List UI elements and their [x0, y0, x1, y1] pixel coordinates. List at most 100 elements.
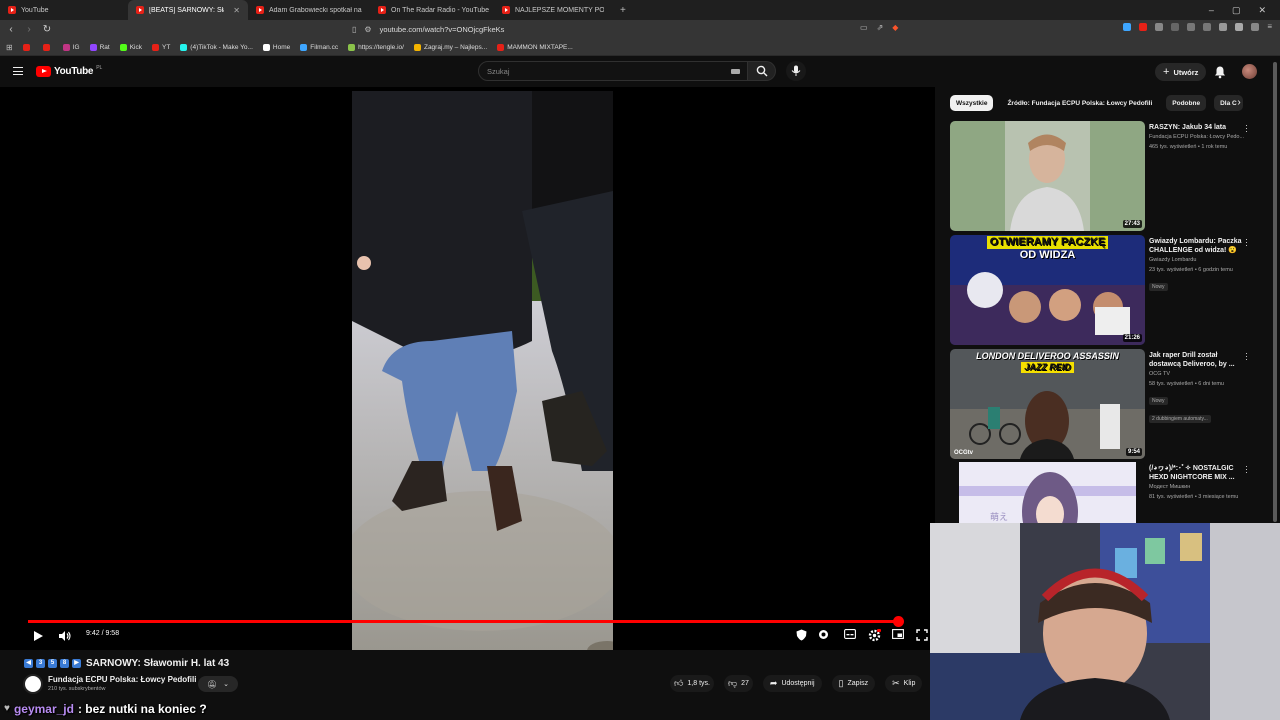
window-close-icon[interactable]: ✕ [1258, 5, 1266, 16]
bookmark-item[interactable]: Kick [119, 43, 142, 51]
recommendation-item[interactable]: LONDON DELIVEROO ASSASSIN JAZZ REID OCGt… [950, 349, 1270, 459]
bookmark-item[interactable]: Rat [89, 43, 110, 51]
settings-gear-icon[interactable] [868, 629, 881, 642]
recommendation-item[interactable]: 萌え (/◕ヮ◕)/*:･ﾟ✧ NOSTALGIC HEXD NIGHTCORE… [950, 462, 1270, 524]
recommendation-channel[interactable]: OCG TV [1149, 369, 1244, 379]
extension-icon[interactable] [1123, 22, 1132, 31]
clip-button[interactable]: ✂ Klip [885, 675, 923, 692]
thumbnail-channel-logo: OCGtv [954, 450, 974, 456]
chip-source-channel[interactable]: Źródło: Fundacja ECPU Polska: Łowcy Pedo… [1001, 95, 1158, 111]
apps-grid-icon[interactable]: ⊞ [6, 43, 13, 52]
maximize-icon[interactable]: ▢ [1232, 5, 1241, 16]
browser-tab-current-video[interactable]: [BEATS] SARNOWY: Sławo... ✕ [128, 0, 248, 20]
recommendation-title[interactable]: (/◕ヮ◕)/*:･ﾟ✧ NOSTALGIC HEXD NIGHTCORE MI… [1149, 464, 1244, 482]
youtube-logo[interactable]: YouTube PL [36, 65, 102, 77]
back-arrow-icon[interactable]: ‹ [4, 24, 18, 35]
replay-emoji-icon: ◀ [24, 658, 33, 668]
bookmark-item[interactable]: Filman.cc [300, 43, 338, 51]
subscription-notification-button[interactable]: 🔕︎ ⌄ [198, 676, 238, 692]
minimize-icon[interactable]: – [1209, 5, 1214, 15]
site-info-icon[interactable]: ⚙ [364, 25, 371, 34]
channel-avatar[interactable] [23, 674, 43, 694]
notifications-bell-icon[interactable] [1213, 65, 1227, 79]
autoplay-toggle-icon[interactable] [818, 629, 829, 640]
recommendation-title[interactable]: Gwiazdy Lombardu: Paczka CHALLENGE od wi… [1149, 237, 1244, 255]
extension-icon[interactable] [1203, 22, 1212, 31]
sponsor-shield-icon[interactable] [796, 629, 807, 641]
bookmark-item[interactable]: IG [62, 43, 80, 51]
extension-icon[interactable] [1251, 22, 1260, 31]
bookmark-item[interactable]: Zagraj.my – Najleps... [413, 43, 487, 51]
hamburger-menu-icon[interactable] [13, 67, 23, 75]
video-player[interactable]: 9:42 / 9:58 [0, 87, 935, 650]
create-button[interactable]: + Utwórz [1155, 63, 1207, 81]
video-frame[interactable] [352, 91, 613, 650]
fullscreen-icon[interactable] [916, 629, 928, 641]
recommendation-channel[interactable]: Модест Мишкин [1149, 482, 1244, 492]
extension-icon[interactable] [1155, 22, 1164, 31]
video-thumbnail[interactable]: OTWIERAMY PACZKĘ OD WIDZA 21:26 [950, 235, 1145, 345]
browser-tab-najlepsze[interactable]: NAJLEPSZE MOMENTY POLSKIEGO ... [494, 0, 612, 20]
extension-icon[interactable] [1187, 22, 1196, 31]
more-options-icon[interactable]: · · · [1245, 462, 1249, 477]
account-avatar[interactable] [1242, 64, 1257, 79]
recommendation-item[interactable]: 27:43 RASZYN: Jakub 34 lata Fundacja ECP… [950, 121, 1270, 231]
chevron-right-icon[interactable]: › [1232, 96, 1246, 110]
extension-icon[interactable] [1235, 22, 1244, 31]
share-arrow-icon: ➦ [769, 678, 778, 688]
bookmark-item[interactable]: Home [262, 43, 290, 51]
chat-username: geymar_jd [13, 701, 74, 716]
miniplayer-icon[interactable] [892, 629, 904, 639]
new-tab-plus-icon[interactable]: + [612, 5, 634, 16]
forward-arrow-icon[interactable]: › [22, 24, 36, 35]
voice-search-button[interactable] [786, 61, 806, 81]
chip-similar[interactable]: Podobne [1166, 95, 1207, 111]
video-actions: 👍︎ 1,8 tys. 👎︎ 27 ➦ Udostępnij ▯ Zapisz … [670, 675, 923, 692]
video-thumbnail[interactable]: LONDON DELIVEROO ASSASSIN JAZZ REID OCGt… [950, 349, 1145, 459]
bookmark-item[interactable] [22, 43, 33, 51]
recommendation-channel[interactable]: Gwiazdy Lombardu [1149, 255, 1244, 265]
bookmark-star-icon[interactable]: ▯ [352, 25, 356, 34]
channel-name[interactable]: Fundacja ECPU Polska: Łowcy Pedofili [48, 675, 196, 684]
browser-menu-icon[interactable]: ≡ [1267, 22, 1272, 31]
url-field[interactable]: ▯ ⚙ youtube.com/watch?v=ONOjcgFkeKs [352, 22, 912, 37]
progress-bar[interactable] [28, 620, 898, 623]
bookmark-item[interactable]: (4)TikTok - Make Yo... [180, 43, 253, 51]
browser-tab-youtube[interactable]: YouTube [0, 0, 128, 20]
extension-icon[interactable] [1171, 22, 1180, 31]
save-button[interactable]: ▯ Zapisz [831, 675, 876, 692]
extension-icon[interactable] [1219, 22, 1228, 31]
extension-icon[interactable] [1139, 22, 1148, 31]
browser-tab-grabowiecki[interactable]: Adam Grabowiecki spotkał na anon... [248, 0, 370, 20]
like-button[interactable]: 👍︎ 1,8 tys. [670, 675, 714, 692]
keyboard-icon[interactable] [731, 69, 740, 74]
recommendation-title[interactable]: RASZYN: Jakub 34 lata [1149, 123, 1244, 132]
bookmark-item[interactable]: https://tengle.io/ [348, 43, 404, 51]
play-icon[interactable] [33, 630, 44, 642]
video-thumbnail[interactable]: 27:43 [950, 121, 1145, 231]
dislike-button[interactable]: 👎︎ 27 [723, 675, 753, 692]
brave-shield-icon[interactable]: ◆ [892, 23, 898, 32]
share-button[interactable]: ➦ Udostępnij [762, 675, 822, 692]
page-scrollbar[interactable] [1273, 62, 1277, 522]
more-options-icon[interactable]: · · · [1245, 235, 1249, 250]
video-thumbnail[interactable]: 萌え [950, 462, 1145, 524]
browser-tab-on-the-radar[interactable]: On The Radar Radio - YouTube [370, 0, 494, 20]
bookmark-item[interactable]: YT [151, 43, 170, 51]
more-options-icon[interactable]: · · · [1245, 349, 1249, 364]
more-options-icon[interactable]: · · · [1245, 121, 1249, 136]
recommendation-channel[interactable]: Fundacja ECPU Polska: Łowcy Pedo... [1149, 132, 1244, 142]
close-icon[interactable]: ✕ [233, 6, 240, 15]
share-icon[interactable]: ⇗ [877, 23, 884, 32]
screenshot-icon[interactable]: ▭ [860, 23, 868, 32]
recommendation-item[interactable]: OTWIERAMY PACZKĘ OD WIDZA 21:26 Gwiazdy … [950, 235, 1270, 345]
subtitles-icon[interactable] [844, 629, 856, 639]
search-button[interactable] [748, 61, 776, 81]
bookmark-item[interactable] [42, 43, 53, 51]
bookmark-item[interactable]: MAMMON MIXTAPE... [497, 43, 573, 51]
search-input[interactable]: Szukaj [478, 61, 748, 81]
recommendation-title[interactable]: Jak raper Drill został dostawcą Delivero… [1149, 351, 1244, 369]
volume-icon[interactable] [58, 630, 71, 642]
chip-all[interactable]: Wszystkie [950, 95, 994, 111]
reload-icon[interactable]: ↻ [40, 24, 54, 35]
